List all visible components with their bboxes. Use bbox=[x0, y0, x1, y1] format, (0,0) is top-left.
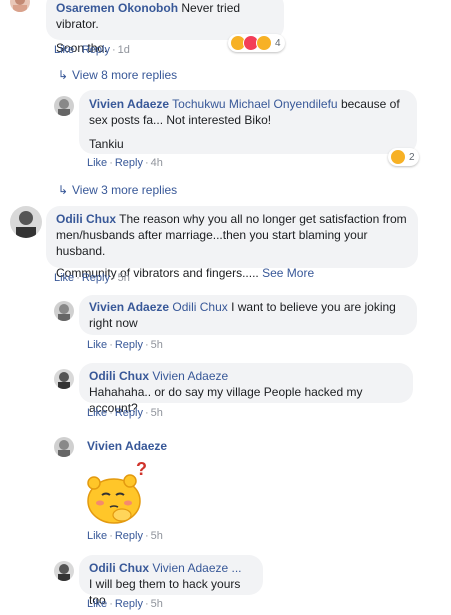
timestamp[interactable]: 5h bbox=[151, 407, 163, 419]
see-more-link[interactable]: See More bbox=[262, 266, 314, 280]
like-link[interactable]: Like bbox=[54, 272, 74, 284]
comment-text-line2: Tankiu bbox=[89, 137, 124, 151]
comment-author-line: Odili Chux Vivien Adaeze bbox=[89, 368, 403, 384]
wow-icon bbox=[256, 35, 272, 51]
comment-bubble: Odili Chux Vivien Adaeze Hahahaha.. or d… bbox=[79, 363, 413, 415]
comment-author[interactable]: Vivien Adaeze bbox=[89, 300, 169, 314]
view-more-replies[interactable]: ↳ View 3 more replies bbox=[58, 183, 177, 197]
like-link[interactable]: Like bbox=[87, 339, 107, 351]
comment-author[interactable]: Vivien Adaeze bbox=[89, 97, 169, 111]
timestamp[interactable]: 5h bbox=[118, 272, 130, 284]
comment-bubble: Vivien Adaeze Tochukwu Michael Onyendile… bbox=[79, 90, 417, 154]
comment-actions: Like · Reply · 5h bbox=[87, 339, 163, 351]
reaction-summary[interactable]: 4 bbox=[228, 34, 285, 52]
reply-link[interactable]: Reply bbox=[82, 44, 110, 56]
reply-link[interactable]: Reply bbox=[115, 530, 143, 542]
avatar[interactable] bbox=[54, 561, 74, 581]
view-more-replies[interactable]: ↳ View 8 more replies bbox=[58, 68, 177, 82]
reaction-count: 2 bbox=[409, 151, 415, 163]
reply-link[interactable]: Reply bbox=[115, 339, 143, 351]
svg-text:?: ? bbox=[136, 459, 147, 479]
mention-link[interactable]: Odili Chux bbox=[172, 300, 227, 314]
comment-actions: Like · Reply · 4h bbox=[87, 157, 163, 169]
reply-arrow-icon: ↳ bbox=[58, 183, 69, 197]
reply-link[interactable]: Reply bbox=[115, 598, 143, 610]
reply-link[interactable]: Reply bbox=[82, 272, 110, 284]
reaction-summary[interactable]: 2 bbox=[388, 148, 419, 166]
timestamp[interactable]: 5h bbox=[151, 598, 163, 610]
mention-link[interactable]: Vivien Adaeze bbox=[152, 369, 228, 383]
comment-author[interactable]: Odili Chux bbox=[89, 369, 149, 383]
mention-link[interactable]: Vivien Adaeze ... bbox=[152, 561, 241, 575]
timestamp[interactable]: 5h bbox=[151, 530, 163, 542]
avatar[interactable] bbox=[10, 0, 30, 12]
haha-icon bbox=[390, 149, 406, 165]
comment-author[interactable]: Vivien Adaeze bbox=[87, 439, 167, 453]
comment-bubble: Odili Chux The reason why you all no lon… bbox=[46, 206, 418, 280]
timestamp[interactable]: 1d bbox=[118, 44, 130, 56]
comment-actions: Like · Reply · 1d bbox=[54, 44, 130, 56]
comment-bubble: Odili Chux Vivien Adaeze ... I will beg … bbox=[79, 555, 263, 607]
mention-link[interactable]: Tochukwu Michael Onyendilefu bbox=[172, 97, 337, 111]
comment-actions: Like · Reply · 5h bbox=[54, 272, 130, 284]
avatar[interactable] bbox=[54, 301, 74, 321]
reply-link[interactable]: Reply bbox=[115, 157, 143, 169]
comment-bubble: Vivien Adaeze Odili Chux I want to belie… bbox=[79, 295, 417, 335]
comment-author[interactable]: Osaremen Okonoboh bbox=[56, 1, 178, 15]
avatar[interactable] bbox=[54, 437, 74, 457]
like-link[interactable]: Like bbox=[87, 407, 107, 419]
thinking-sticker[interactable]: ? bbox=[80, 457, 152, 529]
comment-actions: Like · Reply · 5h bbox=[87, 598, 163, 610]
timestamp[interactable]: 4h bbox=[151, 157, 163, 169]
comment-author[interactable]: Odili Chux bbox=[89, 561, 149, 575]
avatar[interactable] bbox=[10, 206, 42, 238]
comment-author[interactable]: Odili Chux bbox=[56, 212, 116, 226]
comment-author-line: Odili Chux Vivien Adaeze ... bbox=[89, 560, 253, 576]
reply-link[interactable]: Reply bbox=[115, 407, 143, 419]
reply-arrow-icon: ↳ bbox=[58, 68, 69, 82]
reaction-count: 4 bbox=[275, 37, 281, 49]
timestamp[interactable]: 5h bbox=[151, 339, 163, 351]
like-link[interactable]: Like bbox=[87, 157, 107, 169]
avatar[interactable] bbox=[54, 369, 74, 389]
comment-actions: Like · Reply · 5h bbox=[87, 407, 163, 419]
like-link[interactable]: Like bbox=[87, 598, 107, 610]
like-link[interactable]: Like bbox=[87, 530, 107, 542]
comment-actions: Like · Reply · 5h bbox=[87, 530, 163, 542]
like-link[interactable]: Like bbox=[54, 44, 74, 56]
avatar[interactable] bbox=[54, 96, 74, 116]
